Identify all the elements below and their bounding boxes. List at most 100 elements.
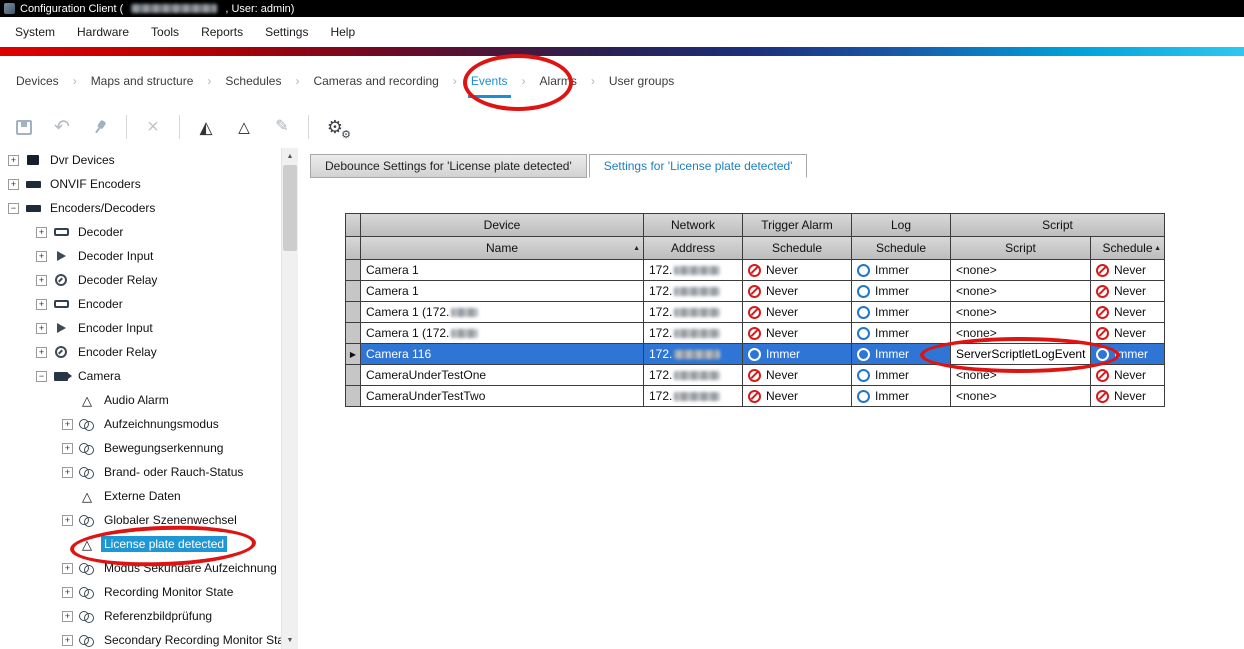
delete-button[interactable]: × [137,112,169,142]
expander-plus-icon[interactable] [62,419,73,430]
script-schedule-cell[interactable]: Never [1091,365,1165,386]
add-event-button[interactable]: △ [228,112,260,142]
tree-item-dvr-devices[interactable]: Dvr Devices [0,148,298,172]
log-schedule-cell[interactable]: Immer [852,344,951,365]
edit-button[interactable]: ✎ [266,112,298,142]
save-button[interactable] [8,112,40,142]
menu-help[interactable]: Help [319,20,366,44]
row-selector-cell[interactable] [346,302,361,323]
tree-item-modus-sekundaere-aufzeichnung[interactable]: Modus Sekundäre Aufzeichnung [0,556,298,580]
breadcrumb-alarms[interactable]: Alarms [534,74,583,88]
row-selector-cell[interactable] [346,281,361,302]
expander-plus-icon[interactable] [36,275,47,286]
table-row-selected[interactable]: Camera 116 172. Immer Immer ServerScript… [346,344,1165,365]
row-selector-cell[interactable] [346,365,361,386]
tree-item-onvif-encoders[interactable]: ONVIF Encoders [0,172,298,196]
expander-plus-icon[interactable] [36,251,47,262]
tree-item-globaler-szenenwechsel[interactable]: Globaler Szenenwechsel [0,508,298,532]
tree-item-referenzbildpruefung[interactable]: Referenzbildprüfung [0,604,298,628]
tree-item-decoder[interactable]: Decoder [0,220,298,244]
trigger-schedule-cell[interactable]: Never [743,365,852,386]
column-script-schedule-sortable[interactable]: Schedule [1091,237,1165,260]
expander-plus-icon[interactable] [62,563,73,574]
expander-plus-icon[interactable] [8,155,19,166]
tab-settings[interactable]: Settings for 'License plate detected' [589,154,808,178]
expander-plus-icon[interactable] [62,443,73,454]
tree-item-encoder-input[interactable]: Encoder Input [0,316,298,340]
table-row[interactable]: Camera 1 172. Never Immer <none> Never [346,260,1165,281]
menu-hardware[interactable]: Hardware [66,20,140,44]
log-schedule-cell[interactable]: Immer [852,365,951,386]
script-cell[interactable]: <none> [951,365,1091,386]
script-schedule-cell[interactable]: Never [1091,302,1165,323]
expander-plus-icon[interactable] [36,227,47,238]
event-button[interactable]: ◭ [190,112,222,142]
tree-item-encoder[interactable]: Encoder [0,292,298,316]
row-selector-cell-active[interactable] [346,344,361,365]
script-cell[interactable]: <none> [951,323,1091,344]
script-schedule-cell[interactable]: Immer [1091,344,1165,365]
expander-plus-icon[interactable] [36,323,47,334]
trigger-schedule-cell[interactable]: Never [743,260,852,281]
expander-plus-icon[interactable] [36,299,47,310]
column-address[interactable]: Address [644,237,743,260]
breadcrumb-cameras-and-recording[interactable]: Cameras and recording [307,74,444,88]
table-row[interactable]: CameraUnderTestTwo 172. Never Immer <non… [346,386,1165,407]
tree-item-secondary-recording-monitor-state[interactable]: Secondary Recording Monitor Stat [0,628,298,649]
tree-item-externe-daten[interactable]: △ Externe Daten [0,484,298,508]
settings-button[interactable]: ⚙ [319,112,351,142]
tree-item-encoder-relay[interactable]: Encoder Relay [0,340,298,364]
log-schedule-cell[interactable]: Immer [852,302,951,323]
scroll-up-arrow-icon[interactable] [282,148,298,165]
script-cell[interactable]: <none> [951,386,1091,407]
undo-button[interactable]: ↶ [46,112,78,142]
table-row[interactable]: CameraUnderTestOne 172. Never Immer <non… [346,365,1165,386]
script-cell[interactable]: <none> [951,302,1091,323]
trigger-schedule-cell[interactable]: Never [743,302,852,323]
expander-plus-icon[interactable] [62,467,73,478]
breadcrumb-devices[interactable]: Devices [10,74,65,88]
script-cell[interactable]: <none> [951,281,1091,302]
tree-scrollbar[interactable] [281,148,298,649]
trigger-schedule-cell[interactable]: Never [743,386,852,407]
tree-item-aufzeichnungsmodus[interactable]: Aufzeichnungsmodus [0,412,298,436]
tree-item-decoder-input[interactable]: Decoder Input [0,244,298,268]
column-name-sortable[interactable]: Name [361,237,644,260]
expander-plus-icon[interactable] [8,179,19,190]
log-schedule-cell[interactable]: Immer [852,281,951,302]
scrollbar-thumb[interactable] [283,165,297,251]
pin-button[interactable] [84,112,116,142]
menu-system[interactable]: System [4,20,66,44]
tree-item-encoders-decoders[interactable]: Encoders/Decoders [0,196,298,220]
tree-item-license-plate-detected[interactable]: △ License plate detected [0,532,298,556]
breadcrumb-user-groups[interactable]: User groups [603,74,680,88]
table-row[interactable]: Camera 1 (172. 172. Never Immer <none> N… [346,302,1165,323]
expander-plus-icon[interactable] [62,515,73,526]
scroll-down-arrow-icon[interactable] [282,632,298,649]
script-cell[interactable]: <none> [951,260,1091,281]
row-selector-cell[interactable] [346,323,361,344]
breadcrumb-schedules[interactable]: Schedules [219,74,287,88]
expander-plus-icon[interactable] [62,611,73,622]
row-selector-cell[interactable] [346,386,361,407]
script-schedule-cell[interactable]: Never [1091,323,1165,344]
table-row[interactable]: Camera 1 172. Never Immer <none> Never [346,281,1165,302]
tab-debounce-settings[interactable]: Debounce Settings for 'License plate det… [310,154,587,178]
breadcrumb-maps-and-structure[interactable]: Maps and structure [85,74,200,88]
log-schedule-cell[interactable]: Immer [852,386,951,407]
table-row[interactable]: Camera 1 (172. 172. Never Immer <none> N… [346,323,1165,344]
log-schedule-cell[interactable]: Immer [852,323,951,344]
tree-item-bewegungserkennung[interactable]: Bewegungserkennung [0,436,298,460]
expander-minus-icon[interactable] [8,203,19,214]
menu-reports[interactable]: Reports [190,20,254,44]
script-schedule-cell[interactable]: Never [1091,281,1165,302]
trigger-schedule-cell[interactable]: Never [743,323,852,344]
menu-tools[interactable]: Tools [140,20,190,44]
tree-item-decoder-relay[interactable]: Decoder Relay [0,268,298,292]
log-schedule-cell[interactable]: Immer [852,260,951,281]
trigger-schedule-cell[interactable]: Immer [743,344,852,365]
column-log-schedule[interactable]: Schedule [852,237,951,260]
trigger-schedule-cell[interactable]: Never [743,281,852,302]
column-script[interactable]: Script [951,237,1091,260]
tree-item-brand-oder-rauch-status[interactable]: Brand- oder Rauch-Status [0,460,298,484]
